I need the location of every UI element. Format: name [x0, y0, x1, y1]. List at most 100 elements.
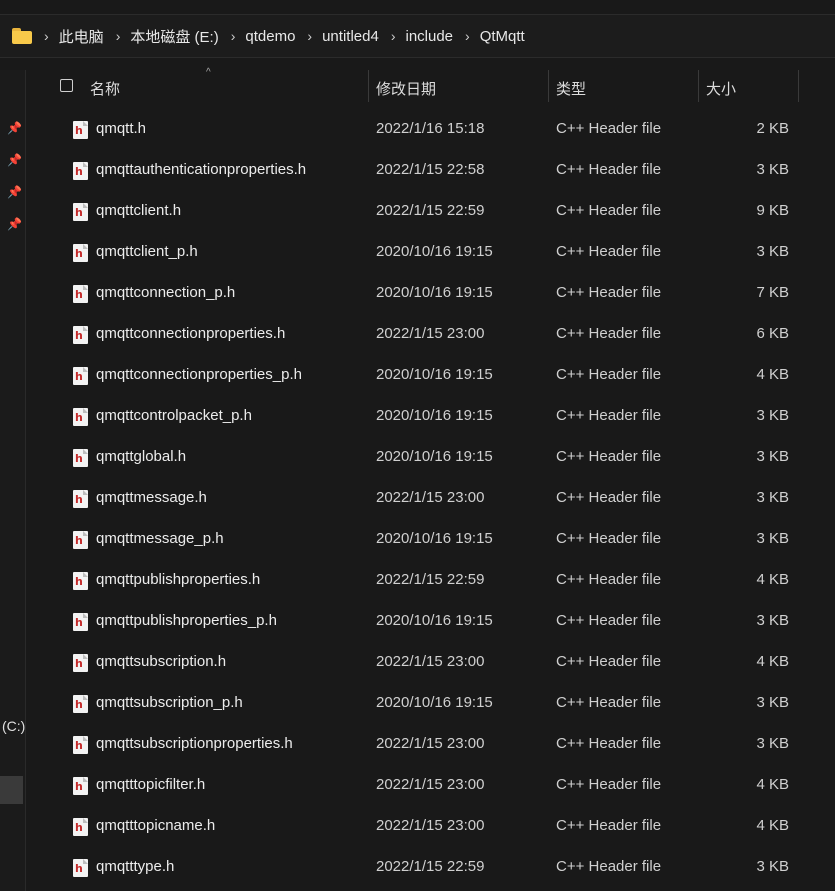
- breadcrumb-separator-icon[interactable]: ›: [391, 28, 396, 44]
- breadcrumb-untitled4[interactable]: untitled4: [322, 28, 379, 45]
- column-divider[interactable]: [798, 70, 799, 102]
- header-file-icon: h: [73, 777, 88, 795]
- folder-icon: [12, 28, 32, 44]
- column-header-type[interactable]: 类型: [556, 78, 586, 99]
- file-name: qmqttpublishproperties.h: [96, 571, 261, 588]
- file-row[interactable]: h qmqttsubscriptionproperties.h 2022/1/15 …: [26, 724, 835, 765]
- column-divider[interactable]: [368, 70, 369, 102]
- column-header-date[interactable]: 修改日期: [376, 78, 436, 99]
- file-row[interactable]: h qmqttconnectionproperties_p.h 2020/10/16…: [26, 355, 835, 396]
- select-all-checkbox[interactable]: [60, 79, 73, 92]
- nav-selected-item[interactable]: [0, 776, 23, 804]
- file-date: 2022/1/15 23:00: [376, 653, 485, 670]
- column-header-row: ^ 名称 修改日期 类型 大小: [26, 67, 835, 104]
- file-size: 3 KB: [756, 243, 789, 260]
- file-size: 3 KB: [756, 448, 789, 465]
- breadcrumb-this-pc[interactable]: 此电脑: [59, 26, 104, 47]
- pin-icon[interactable]: 📌: [7, 186, 22, 199]
- file-row[interactable]: h qmqttconnectionproperties.h 2022/1/15 23…: [26, 314, 835, 355]
- pin-icon[interactable]: 📌: [7, 122, 22, 135]
- header-file-icon: h: [73, 367, 88, 385]
- file-type: C++ Header file: [556, 366, 662, 383]
- file-row[interactable]: h qmqttconnection_p.h 2020/10/16 19:15 C++ …: [26, 273, 835, 314]
- file-name: qmqttcontrolpacket_p.h: [96, 407, 252, 424]
- column-header-name[interactable]: 名称: [90, 78, 120, 99]
- file-name: qmqttclient_p.h: [96, 243, 198, 260]
- file-row[interactable]: h qmqttmessage.h 2022/1/15 23:00 C++ Header…: [26, 478, 835, 519]
- file-name: qmqtt.h: [96, 120, 147, 137]
- header-file-icon: h: [73, 736, 88, 754]
- file-date: 2022/1/15 23:00: [376, 776, 485, 793]
- file-name: qmqttpublishproperties_p.h: [96, 612, 277, 629]
- file-date: 2020/10/16 19:15: [376, 243, 493, 260]
- breadcrumb-separator-icon[interactable]: ›: [116, 28, 121, 44]
- file-size: 4 KB: [756, 776, 789, 793]
- file-row[interactable]: h qmqttsubscription.h 2022/1/15 23:00 C++ H…: [26, 642, 835, 683]
- breadcrumb-separator-icon[interactable]: ›: [307, 28, 312, 44]
- file-name: qmqttconnection_p.h: [96, 284, 236, 301]
- breadcrumb-separator-icon[interactable]: ›: [465, 28, 470, 44]
- header-file-icon: h: [73, 285, 88, 303]
- file-row[interactable]: h qmqttclient_p.h 2020/10/16 19:15 C++ Head…: [26, 232, 835, 273]
- file-name: qmqttglobal.h: [96, 448, 187, 465]
- file-name: qmqttconnectionproperties_p.h: [96, 366, 302, 383]
- file-row[interactable]: h qmqttsubscription_p.h 2020/10/16 19:15 C+…: [26, 683, 835, 724]
- file-date: 2020/10/16 19:15: [376, 530, 493, 547]
- breadcrumb-separator-icon[interactable]: ›: [44, 28, 49, 44]
- file-name: qmqttsubscriptionproperties.h: [96, 735, 293, 752]
- file-row[interactable]: h qmqtttopicfilter.h 2022/1/15 23:00 C++ He…: [26, 765, 835, 806]
- file-size: 3 KB: [756, 530, 789, 547]
- pin-icon[interactable]: 📌: [7, 154, 22, 167]
- breadcrumb-local-disk[interactable]: 本地磁盘 (E:): [130, 26, 218, 47]
- file-row[interactable]: h qmqttclient.h 2022/1/15 22:59 C++ Header …: [26, 191, 835, 232]
- file-size: 3 KB: [756, 858, 789, 875]
- address-bar[interactable]: › 此电脑 › 本地磁盘 (E:) › qtdemo › untitled4 ›…: [0, 14, 835, 58]
- header-file-icon: h: [73, 408, 88, 426]
- file-row[interactable]: h qmqttpublishproperties_p.h 2020/10/16 19…: [26, 601, 835, 642]
- navigation-pane[interactable]: 📌 📌 📌 📌 (C:): [0, 70, 25, 891]
- drive-c-label[interactable]: (C:): [2, 718, 25, 734]
- file-row[interactable]: h qmqtttopicname.h 2022/1/15 23:00 C++ Head…: [26, 806, 835, 847]
- file-size: 3 KB: [756, 735, 789, 752]
- file-size: 4 KB: [756, 571, 789, 588]
- file-type: C++ Header file: [556, 858, 662, 875]
- file-date: 2020/10/16 19:15: [376, 694, 493, 711]
- file-date: 2022/1/15 23:00: [376, 735, 485, 752]
- header-file-icon: h: [73, 613, 88, 631]
- file-row[interactable]: h qmqtt.h 2022/1/16 15:18 C++ Header file 2 …: [26, 109, 835, 150]
- file-size: 3 KB: [756, 612, 789, 629]
- pin-icon[interactable]: 📌: [7, 218, 22, 231]
- file-row[interactable]: h qmqttauthenticationproperties.h 2022/1/1…: [26, 150, 835, 191]
- header-file-icon: h: [73, 162, 88, 180]
- breadcrumb-qtdemo[interactable]: qtdemo: [245, 28, 295, 45]
- file-name: qmqtttopicname.h: [96, 817, 216, 834]
- file-date: 2020/10/16 19:15: [376, 284, 493, 301]
- file-type: C++ Header file: [556, 161, 662, 178]
- file-row[interactable]: h qmqttglobal.h 2020/10/16 19:15 C++ Header…: [26, 437, 835, 478]
- breadcrumb-separator-icon[interactable]: ›: [231, 28, 236, 44]
- header-file-icon: h: [73, 490, 88, 508]
- column-header-size[interactable]: 大小: [706, 78, 736, 99]
- file-size: 6 KB: [756, 325, 789, 342]
- header-file-icon: h: [73, 121, 88, 139]
- file-name: qmqttauthenticationproperties.h: [96, 161, 307, 178]
- file-size: 3 KB: [756, 407, 789, 424]
- file-name: qmqttsubscription.h: [96, 653, 227, 670]
- file-type: C++ Header file: [556, 571, 662, 588]
- file-type: C++ Header file: [556, 776, 662, 793]
- breadcrumb-include[interactable]: include: [405, 28, 453, 45]
- sort-ascending-icon: ^: [206, 67, 211, 78]
- column-divider[interactable]: [698, 70, 699, 102]
- file-size: 4 KB: [756, 653, 789, 670]
- file-row[interactable]: h qmqttmessage_p.h 2020/10/16 19:15 C++ Hea…: [26, 519, 835, 560]
- file-type: C++ Header file: [556, 694, 662, 711]
- column-divider[interactable]: [548, 70, 549, 102]
- file-type: C++ Header file: [556, 653, 662, 670]
- file-type: C++ Header file: [556, 530, 662, 547]
- file-size: 3 KB: [756, 489, 789, 506]
- file-row[interactable]: h qmqttpublishproperties.h 2022/1/15 22:59…: [26, 560, 835, 601]
- breadcrumb-qtmqtt[interactable]: QtMqtt: [480, 28, 525, 45]
- file-row[interactable]: h qmqttcontrolpacket_p.h 2020/10/16 19:15 C…: [26, 396, 835, 437]
- file-row[interactable]: h qmqtttype.h 2022/1/15 22:59 C++ Header fi…: [26, 847, 835, 888]
- file-size: 9 KB: [756, 202, 789, 219]
